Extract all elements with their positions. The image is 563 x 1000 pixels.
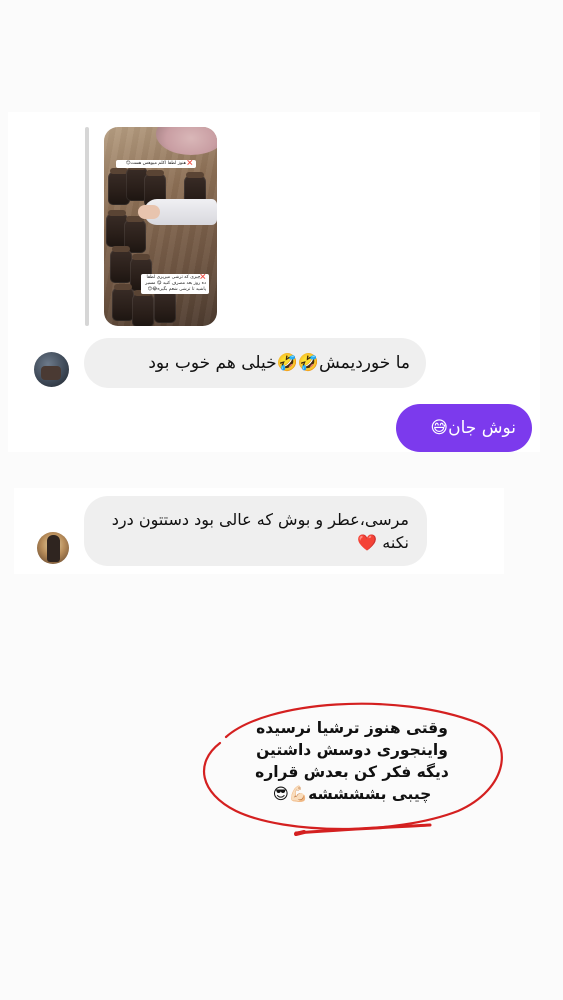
story-reply-thumbnail[interactable]: ❌ هنوز لطفا اکلم میوهس هست😊 ❌چیزی که ترش… xyxy=(104,127,217,326)
annotation-line: واینجوری دوسش داشتین xyxy=(256,741,448,759)
story-sticker-bottom: ❌چیزی که ترشی میریزی لطفا ده روز بعد مصر… xyxy=(141,274,209,294)
story-reply-bar xyxy=(85,127,89,326)
story-sticker-top: ❌ هنوز لطفا اکلم میوهس هست😊 xyxy=(116,160,196,168)
story-hand xyxy=(138,199,217,225)
sender-avatar[interactable] xyxy=(37,532,69,564)
outgoing-message[interactable]: نوش جان😅 xyxy=(396,404,532,452)
avatar-photo xyxy=(41,366,61,380)
story-jar xyxy=(132,290,154,326)
story-jar xyxy=(154,286,176,323)
story-jar xyxy=(110,246,132,283)
annotation-line: چیبی بششششه💪🏻😎 xyxy=(272,785,432,803)
chat-screenshot: ❌ هنوز لطفا اکلم میوهس هست😊 ❌چیزی که ترش… xyxy=(0,0,563,1000)
annotation-line: دیگه فکر کن بعدش قراره xyxy=(255,763,449,781)
handwritten-annotation: وقتی هنوز ترشیا نرسیده واینجوری دوسش داش… xyxy=(196,693,511,843)
annotation-line: وقتی هنوز ترشیا نرسیده xyxy=(256,719,448,737)
story-jar xyxy=(112,284,134,321)
incoming-message[interactable]: مرسی،عطر و بوش که عالی بود دستتون درد نک… xyxy=(84,496,427,566)
avatar-photo xyxy=(47,535,60,562)
story-fingers xyxy=(138,205,160,219)
annotation-text: وقتی هنوز ترشیا نرسیده واینجوری دوسش داش… xyxy=(232,717,472,805)
sender-avatar[interactable] xyxy=(34,352,69,387)
incoming-message[interactable]: ما خوردیمش🤣🤣خیلی هم خوب بود xyxy=(84,338,426,388)
